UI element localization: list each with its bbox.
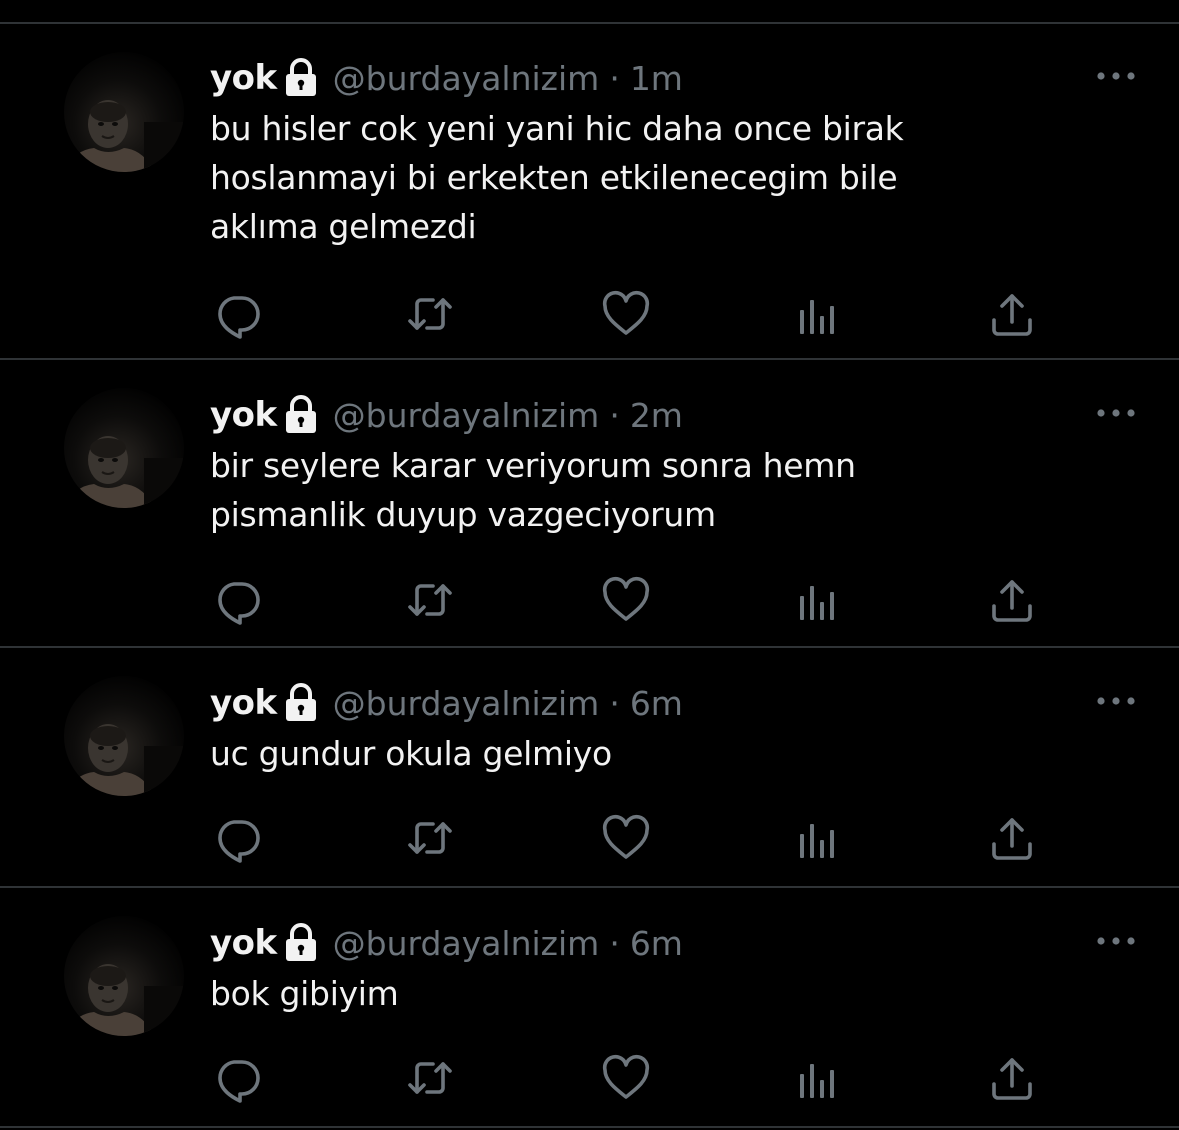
timestamp[interactable]: 1m bbox=[630, 59, 683, 98]
separator-dot: · bbox=[609, 923, 620, 963]
reply-icon[interactable] bbox=[212, 812, 264, 864]
user-handle[interactable]: @burdayalnizim bbox=[333, 684, 600, 723]
display-name[interactable]: yok bbox=[210, 395, 277, 435]
avatar[interactable] bbox=[64, 388, 184, 508]
lock-icon bbox=[283, 923, 319, 963]
lock-icon bbox=[283, 58, 319, 98]
tweet-header: yok @burdayalnizim · 6m bbox=[210, 681, 683, 725]
separator-dot: · bbox=[609, 683, 620, 723]
more-options-icon[interactable] bbox=[1096, 405, 1136, 419]
avatar[interactable] bbox=[64, 676, 184, 796]
timestamp[interactable]: 6m bbox=[630, 684, 683, 723]
timestamp[interactable]: 6m bbox=[630, 924, 683, 963]
like-icon[interactable] bbox=[600, 1052, 652, 1104]
reply-icon[interactable] bbox=[212, 1052, 264, 1104]
display-name[interactable]: yok bbox=[210, 683, 277, 723]
tweet-text: bir seylere karar veriyorum sonra hemn p… bbox=[210, 446, 856, 534]
retweet-icon[interactable] bbox=[404, 1052, 456, 1104]
share-icon[interactable] bbox=[986, 1052, 1038, 1104]
retweet-icon[interactable] bbox=[404, 812, 456, 864]
more-options-icon[interactable] bbox=[1096, 693, 1136, 707]
timestamp[interactable]: 2m bbox=[630, 396, 683, 435]
like-icon[interactable] bbox=[600, 812, 652, 864]
tweet-divider bbox=[0, 886, 1179, 888]
avatar[interactable] bbox=[64, 52, 184, 172]
retweet-icon[interactable] bbox=[404, 574, 456, 626]
tweet-text: bu hisler cok yeni yani hic daha once bi… bbox=[210, 109, 904, 246]
like-icon[interactable] bbox=[600, 288, 652, 340]
like-icon[interactable] bbox=[600, 574, 652, 626]
display-name[interactable]: yok bbox=[210, 58, 277, 98]
tweet-divider bbox=[0, 358, 1179, 360]
lock-icon bbox=[283, 395, 319, 435]
display-name[interactable]: yok bbox=[210, 923, 277, 963]
share-icon[interactable] bbox=[986, 574, 1038, 626]
user-handle[interactable]: @burdayalnizim bbox=[333, 59, 600, 98]
lock-icon bbox=[283, 683, 319, 723]
tweet-header: yok @burdayalnizim · 2m bbox=[210, 393, 683, 437]
share-icon[interactable] bbox=[986, 812, 1038, 864]
tweet-text: uc gundur okula gelmiyo bbox=[210, 734, 612, 773]
reply-icon[interactable] bbox=[212, 288, 264, 340]
separator-dot: · bbox=[609, 395, 620, 435]
analytics-icon[interactable] bbox=[792, 1052, 844, 1104]
tweet-text: bok gibiyim bbox=[210, 974, 399, 1013]
tweet-divider bbox=[0, 646, 1179, 648]
separator-dot: · bbox=[609, 58, 620, 98]
analytics-icon[interactable] bbox=[792, 574, 844, 626]
user-handle[interactable]: @burdayalnizim bbox=[333, 396, 600, 435]
share-icon[interactable] bbox=[986, 288, 1038, 340]
tweet-header: yok @burdayalnizim · 6m bbox=[210, 921, 683, 965]
analytics-icon[interactable] bbox=[792, 812, 844, 864]
analytics-icon[interactable] bbox=[792, 288, 844, 340]
more-options-icon[interactable] bbox=[1096, 933, 1136, 947]
reply-icon[interactable] bbox=[212, 574, 264, 626]
user-handle[interactable]: @burdayalnizim bbox=[333, 924, 600, 963]
top-divider bbox=[0, 22, 1179, 24]
retweet-icon[interactable] bbox=[404, 288, 456, 340]
more-options-icon[interactable] bbox=[1096, 68, 1136, 82]
tweet-header: yok @burdayalnizim · 1m bbox=[210, 56, 683, 100]
avatar[interactable] bbox=[64, 916, 184, 1036]
tweet-divider bbox=[0, 1126, 1179, 1128]
